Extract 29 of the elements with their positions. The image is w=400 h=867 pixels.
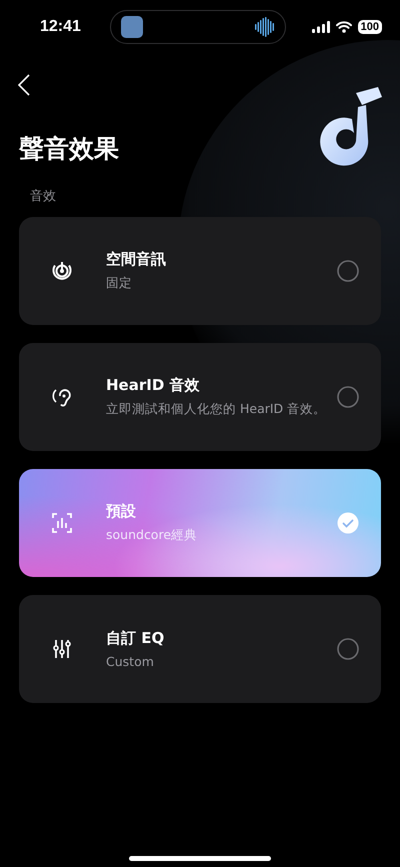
ear-icon: [52, 386, 72, 408]
target-icon: [51, 260, 73, 282]
chevron-left-icon: [18, 74, 30, 96]
option-subtitle: Custom: [106, 654, 155, 669]
option-title: 空間音訊: [106, 250, 167, 269]
page-title: 聲音效果: [19, 133, 119, 165]
album-art-placeholder: [121, 16, 144, 38]
option-title: HearID 音效: [106, 376, 201, 395]
option-subtitle: 固定: [106, 275, 133, 292]
wifi-icon: [336, 21, 352, 33]
sound-option-card[interactable]: 自訂 EQ Custom: [19, 595, 381, 703]
radio-button[interactable]: [337, 260, 359, 282]
sound-option-card[interactable]: HearID 音效 立即測試和個人化您的 HearID 音效。: [19, 343, 381, 451]
option-subtitle: soundcore經典: [106, 527, 198, 544]
equalizer-frame-icon: [51, 512, 73, 534]
back-button[interactable]: [18, 73, 32, 97]
radio-button[interactable]: [337, 386, 359, 408]
signal-icon: [312, 21, 330, 33]
status-time: 12:41: [40, 18, 81, 36]
section-label: 音效: [29, 188, 57, 205]
waveform-icon: [255, 17, 276, 37]
option-title: 自訂 EQ: [106, 629, 166, 648]
checkmark-icon[interactable]: [337, 512, 359, 534]
sound-option-card[interactable]: 空間音訊 固定: [19, 217, 381, 325]
option-subtitle: 立即測試和個人化您的 HearID 音效。: [106, 401, 328, 418]
battery-level: 100: [358, 20, 382, 34]
option-title: 預設: [106, 502, 137, 521]
sliders-icon: [52, 638, 72, 660]
radio-button[interactable]: [337, 638, 359, 660]
